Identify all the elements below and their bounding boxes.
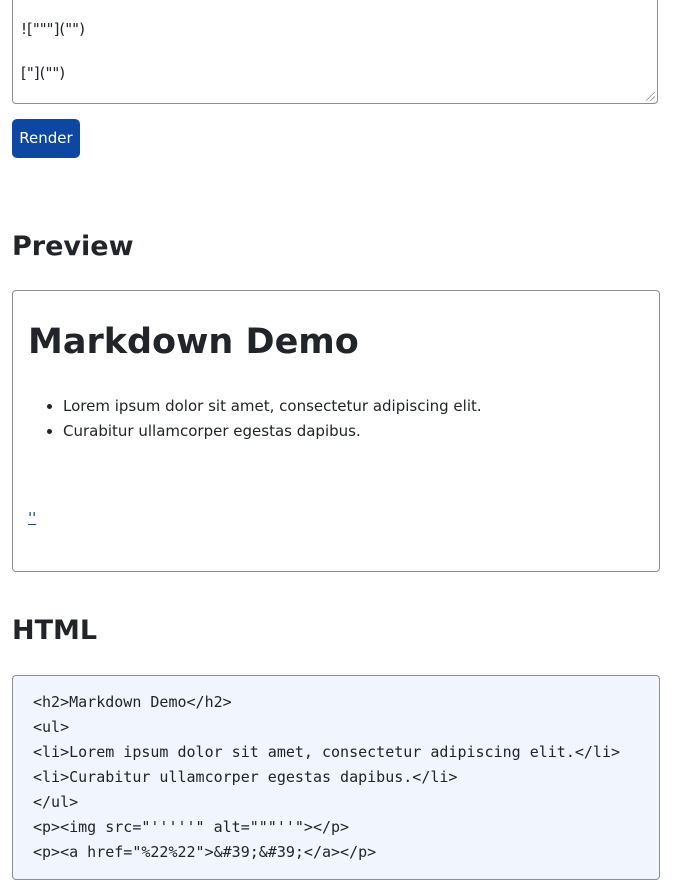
preview-link[interactable]: '' xyxy=(28,509,36,527)
markdown-input-line: ["]("") xyxy=(21,64,66,82)
preview-panel: Markdown Demo Lorem ipsum dolor sit amet… xyxy=(12,290,660,572)
code-line: </ul> xyxy=(33,793,79,811)
code-line: <p><a href="%22%22">&#39;&#39;</a></p> xyxy=(33,843,377,861)
list-item: Lorem ipsum dolor sit amet, consectetur … xyxy=(63,394,482,419)
preview-title: Markdown Demo xyxy=(28,322,359,362)
preview-heading: Preview xyxy=(12,231,134,262)
markdown-input[interactable]: !["""]("") ["]("") xyxy=(12,0,658,104)
preview-list: Lorem ipsum dolor sit amet, consectetur … xyxy=(28,394,482,444)
html-output: <h2>Markdown Demo</h2> <ul> <li>Lorem ip… xyxy=(12,675,660,880)
code-line: <p><img src="'''''" alt="""''"></p> xyxy=(33,818,350,836)
html-heading: HTML xyxy=(12,615,98,646)
list-item: Curabitur ullamcorper egestas dapibus. xyxy=(63,419,482,444)
resize-handle-icon[interactable] xyxy=(646,92,655,101)
render-button[interactable]: Render xyxy=(12,119,80,158)
page: !["""]("") ["]("") Render Preview Markdo… xyxy=(0,0,675,886)
code-line: <li>Lorem ipsum dolor sit amet, consecte… xyxy=(33,743,620,761)
code-line: <li>Curabitur ullamcorper egestas dapibu… xyxy=(33,768,458,786)
code-line: <h2>Markdown Demo</h2> xyxy=(33,693,232,711)
code-line: <ul> xyxy=(33,718,70,736)
markdown-input-line: !["""]("") xyxy=(21,20,85,38)
